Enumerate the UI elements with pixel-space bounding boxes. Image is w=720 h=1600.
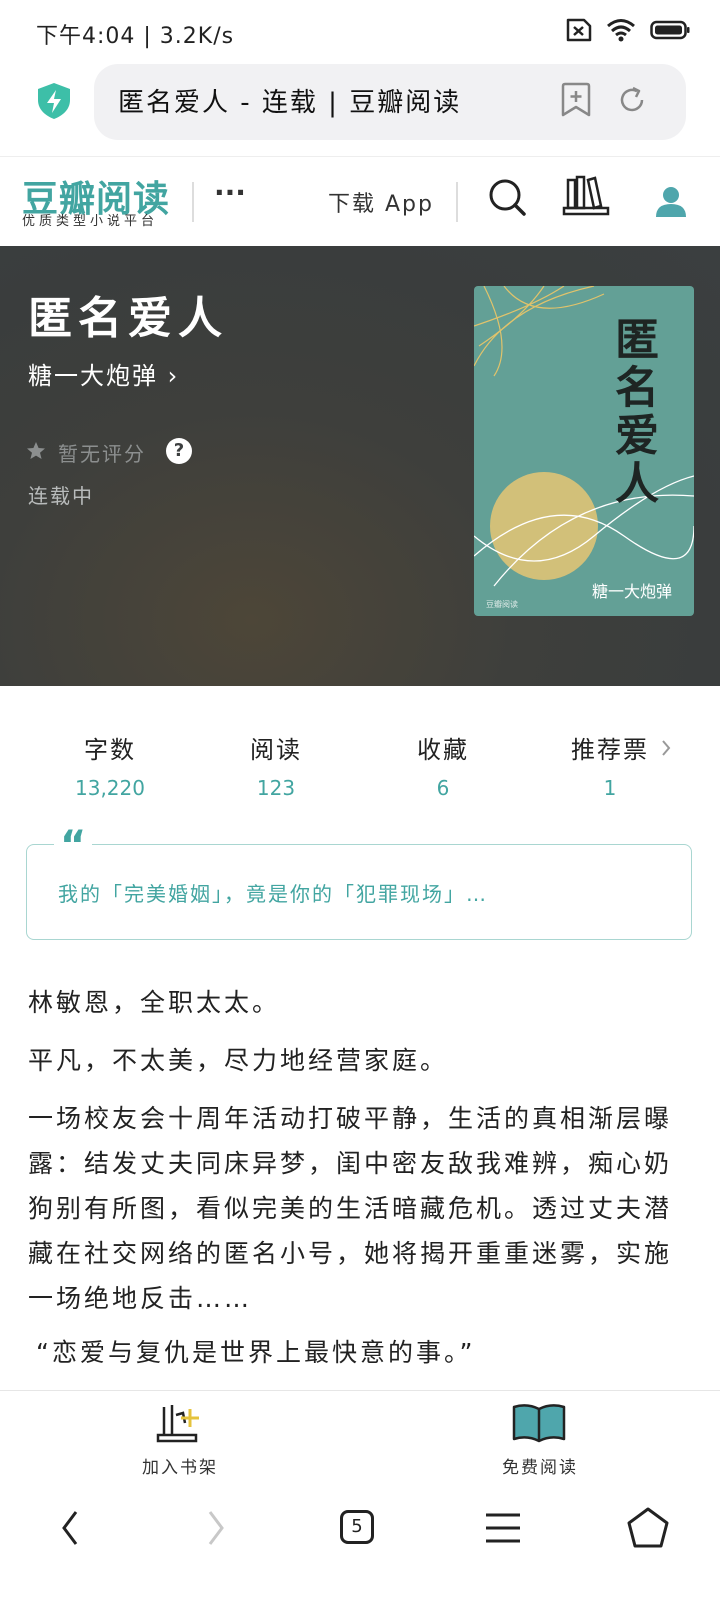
stat-label-reads: 阅读 [250,736,302,764]
cover-title: 匿名爱人 [607,316,658,508]
star-icon [27,442,45,459]
description-paragraph: 一场校友会十周年活动打破平静，生活的真相渐层曝露：结发丈夫同床异梦，闺中密友敌我… [28,1104,673,1313]
rating-text: 暂无评分 [58,442,146,466]
status-time-speed: 下午4:04 | 3.2K/s [36,24,235,49]
rating-help-icon[interactable]: ? [166,438,192,464]
status-icons [562,18,690,42]
download-app-link[interactable]: 下载 App [328,186,434,218]
bottom-action-bar: 加入书架 免费阅读 [0,1390,720,1491]
wifi-icon [607,19,635,42]
user-avatar-icon[interactable] [654,184,688,218]
stat-label-words: 字数 [84,736,136,764]
stat-value-reads: 123 [256,776,296,800]
search-icon[interactable] [488,178,528,218]
chevron-right-icon[interactable] [660,738,672,758]
read-free-button[interactable]: 免费阅读 [480,1453,600,1478]
security-shield-icon[interactable] [36,82,72,120]
stat-value-favorites: 6 [436,776,450,800]
stat-value-votes: 1 [603,776,617,800]
sim-disabled-icon [566,18,592,42]
bookmark-add-icon[interactable] [560,82,592,118]
more-menu-button[interactable]: ··· [214,176,246,209]
quote-text: 我的「完美婚姻」，竟是你的「犯罪现场」… [58,882,488,906]
stat-label-votes[interactable]: 推荐票 [540,730,680,765]
browser-nav-bar: 5 [0,1492,720,1600]
back-icon[interactable] [58,1508,82,1548]
forward-icon[interactable] [204,1508,228,1548]
header-divider [456,182,458,222]
status-bar: 下午4:04 | 3.2K/s [0,0,720,62]
stat-value-words: 13,220 [75,776,145,800]
site-tagline: 优质类型小说平台 [22,214,159,229]
cover-author: 糖一大炮弹 [591,582,672,601]
header-divider [192,182,194,222]
description-paragraph: 林敏恩，全职太太。 [28,988,281,1017]
description-paragraph: “恋爱与复仇是世界上最快意的事。” [36,1338,476,1367]
cover-publisher: 豆瓣阅读 [486,600,518,609]
battery-icon [650,20,690,40]
home-icon[interactable] [626,1506,670,1550]
add-to-shelf-icon[interactable] [156,1403,202,1443]
open-book-icon[interactable] [510,1403,568,1445]
menu-icon[interactable] [484,1512,522,1544]
author-link[interactable]: 糖一大炮弹 › [28,356,179,391]
serial-status: 连载中 [28,484,94,508]
stat-label-favorites: 收藏 [417,736,469,764]
add-to-shelf-button[interactable]: 加入书架 [120,1453,240,1478]
page-title-in-url[interactable]: 匿名爱人 - 连载 | 豆瓣阅读 [118,82,461,119]
description-paragraph: 平凡，不太美，尽力地经营家庭。 [28,1046,449,1075]
bookshelf-icon[interactable] [562,174,612,218]
quote-mark-icon: “ [54,826,93,856]
book-title: 匿名爱人 [28,293,228,344]
book-cover[interactable]: 匿名爱人 糖一大炮弹 豆瓣阅读 [474,286,694,616]
reload-icon[interactable] [616,84,648,116]
address-bar[interactable]: 匿名爱人 - 连载 | 豆瓣阅读 [94,64,686,140]
tabs-button[interactable]: 5 [340,1510,374,1544]
